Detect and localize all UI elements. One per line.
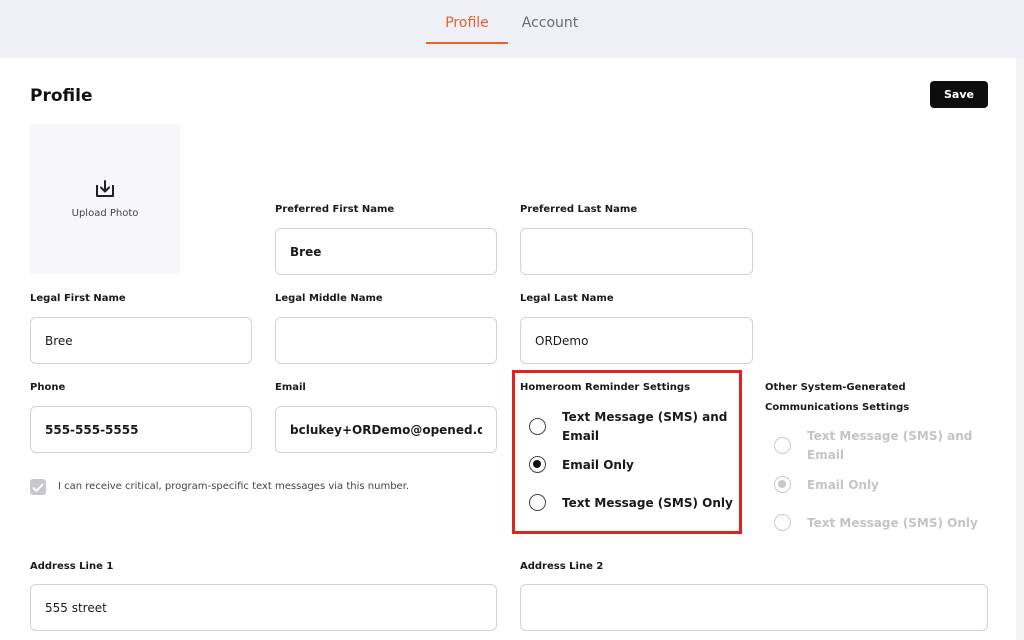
legal-last-name-label: Legal Last Name [520,293,614,304]
legal-first-name-label: Legal First Name [30,293,126,304]
preferred-last-name-input[interactable] [520,228,753,275]
email-input[interactable] [275,406,497,453]
legal-last-name-input[interactable] [520,317,753,364]
tab-account[interactable]: Account [514,0,586,46]
scrollbar[interactable] [1016,58,1024,640]
homeroom-option-sms-and-email-label: Text Message (SMS) and Email [562,410,728,443]
check-icon [32,478,44,497]
preferred-last-name-label: Preferred Last Name [520,204,638,215]
address-line-2-input[interactable] [520,584,988,631]
address-line-2-label: Address Line 2 [520,561,604,572]
other-option-sms-only-label: Text Message (SMS) Only [807,516,978,530]
phone-input[interactable] [30,406,252,453]
upload-icon [94,179,116,202]
top-tab-bar: Profile Account [0,0,1024,46]
legal-first-name-input[interactable] [30,317,252,364]
address-line-1-input[interactable] [30,584,497,631]
sms-consent-label: I can receive critical, program-specific… [58,481,410,492]
homeroom-radio-email-only[interactable] [529,456,546,473]
upload-photo-button[interactable]: Upload Photo [30,124,180,274]
phone-label: Phone [30,382,66,393]
homeroom-settings-title: Homeroom Reminder Settings [520,382,691,393]
email-label: Email [275,382,306,393]
tab-profile[interactable]: Profile [426,0,508,46]
legal-middle-name-input[interactable] [275,317,497,364]
other-option-email-only-label: Email Only [807,478,879,492]
page-title: Profile [30,86,93,106]
address-line-1-label: Address Line 1 [30,561,114,572]
other-option-sms-and-email-label: Text Message (SMS) and Email [807,429,973,462]
homeroom-option-sms-only-label: Text Message (SMS) Only [562,496,733,510]
other-radio-email-only[interactable] [774,476,791,493]
upload-photo-label: Upload Photo [71,207,139,219]
other-radio-sms-only[interactable] [774,514,791,531]
homeroom-radio-sms-and-email[interactable] [529,418,546,435]
other-radio-sms-and-email[interactable] [774,437,791,454]
sms-consent-checkbox[interactable] [30,479,46,495]
preferred-first-name-label: Preferred First Name [275,204,395,215]
other-settings-title: Other System-Generated Communications Se… [765,382,910,413]
homeroom-radio-sms-only[interactable] [529,494,546,511]
homeroom-option-email-only-label: Email Only [562,458,634,472]
legal-middle-name-label: Legal Middle Name [275,293,383,304]
preferred-first-name-input[interactable] [275,228,497,275]
save-button[interactable]: Save [930,81,988,108]
